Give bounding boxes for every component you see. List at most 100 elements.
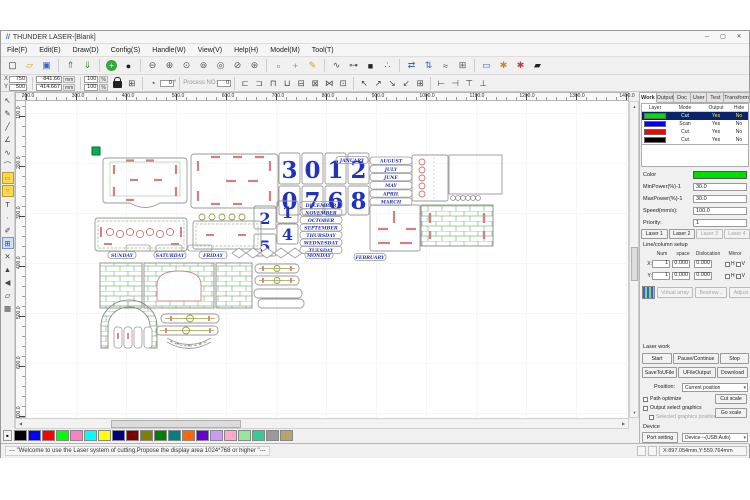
new-file-icon[interactable]: ▢ (5, 58, 21, 73)
distribute-left-icon[interactable]: ⊢ (434, 76, 448, 90)
output-select-checkbox[interactable] (643, 406, 648, 411)
arc-tool-icon[interactable]: ⌒ (2, 159, 14, 171)
rectangle-tool-icon[interactable]: ▭ (2, 172, 14, 184)
zoom-all-icon[interactable]: ⊚ (196, 58, 212, 73)
scroll-right-icon[interactable]: ▶ (619, 419, 628, 429)
tab-user[interactable]: User (691, 92, 708, 103)
port-setting-button[interactable]: Port setting (642, 432, 678, 443)
layer-row-red[interactable]: Cut Yes No (642, 128, 748, 136)
back-icon[interactable]: ◀ (2, 276, 14, 288)
palette-swatch[interactable] (266, 430, 279, 441)
open-file-icon[interactable]: ▱ (22, 58, 38, 73)
layer-row-black[interactable]: Cut Yes No (642, 136, 748, 144)
save-ufile-button[interactable]: SaveToUFile (642, 367, 677, 378)
laser-simulate-icon[interactable]: ✱ (513, 58, 529, 73)
scale-y-field[interactable]: 100 (84, 84, 98, 91)
priority-field[interactable]: 1 (693, 219, 747, 227)
mirror-vertical-icon[interactable]: ⇅ (421, 58, 437, 73)
menu-edit[interactable]: Edit(E) (33, 44, 66, 56)
zoom-in-icon[interactable]: ⊕ (162, 58, 178, 73)
scroll-up-icon[interactable]: ▲ (630, 102, 639, 111)
record-circle-icon[interactable]: ● (121, 58, 137, 73)
palette-swatch[interactable] (154, 430, 167, 441)
vertical-scroll-thumb[interactable] (631, 247, 638, 281)
pick-box-icon[interactable]: ▫ (271, 58, 287, 73)
horizontal-scrollbar[interactable]: ◀ ▶ (15, 418, 629, 429)
menu-file[interactable]: File(F) (1, 44, 33, 56)
align-top-icon[interactable]: ⊓ (266, 76, 280, 90)
distribute-right-icon[interactable]: ⊣ (448, 76, 462, 90)
go-scale-button[interactable]: Go scale (715, 408, 747, 418)
x-mirror-v-checkbox[interactable] (736, 262, 741, 267)
node-edit-icon[interactable]: ✎ (2, 107, 14, 119)
zoom-prev-icon[interactable]: ⊘ (230, 58, 246, 73)
y-position-field[interactable]: 500 (9, 84, 27, 91)
palette-swatch[interactable] (182, 430, 195, 441)
laser2-button[interactable]: Laser 2 (669, 229, 696, 239)
minimize-button[interactable]: ─ (699, 31, 715, 43)
zoom-out-icon[interactable]: ⊖ (145, 58, 161, 73)
to-top-right-icon[interactable]: ↗ (371, 76, 385, 90)
delete-icon[interactable]: ✕ (2, 250, 14, 262)
export-icon[interactable]: ⇓ (80, 58, 96, 73)
menu-config[interactable]: Config(S) (105, 44, 147, 56)
vertical-scrollbar[interactable]: ▲ ▼ (629, 101, 639, 418)
to-bottom-right-icon[interactable]: ↘ (385, 76, 399, 90)
cut-scale-button[interactable]: Cut scale (715, 394, 747, 404)
array-grid-icon[interactable] (642, 286, 655, 299)
design-canvas[interactable]: 3 0 1 2 0 7 6 8 2 1 4 5 (26, 101, 629, 418)
lock-ratio-icon[interactable] (113, 81, 122, 88)
palette-swatch[interactable] (112, 430, 125, 441)
x-space-field[interactable]: 0.000 (672, 260, 690, 268)
pen-edit-icon[interactable]: ✎ (305, 58, 321, 73)
align-right-icon[interactable]: ⊐ (252, 76, 266, 90)
x-mirror-h-checkbox[interactable] (725, 262, 730, 267)
select-icon[interactable]: ↖ (2, 94, 14, 106)
to-bottom-left-icon[interactable]: ↙ (399, 76, 413, 90)
process-no-field[interactable]: 0 (217, 80, 231, 87)
tab-doc[interactable]: Doc (674, 92, 691, 103)
palette-swatch[interactable] (70, 430, 83, 441)
palette-swatch[interactable] (14, 430, 27, 441)
node-tree-icon[interactable]: ∴ (380, 58, 396, 73)
frame-icon[interactable]: ⊞ (455, 58, 471, 73)
polyline-tool-icon[interactable]: ∠ (2, 133, 14, 145)
y-mirror-h-checkbox[interactable] (725, 274, 730, 279)
bitmap-icon[interactable]: ▦ (2, 302, 14, 314)
palette-swatch[interactable] (42, 430, 55, 441)
min-power-field[interactable]: 30.0 (693, 183, 747, 191)
palette-swatch[interactable] (252, 430, 265, 441)
line-tool-icon[interactable]: ╱ (2, 120, 14, 132)
palette-swatch[interactable] (56, 430, 69, 441)
array-copy-icon[interactable]: ⊞ (2, 237, 14, 249)
camera-icon[interactable]: ▰ (530, 58, 546, 73)
speed-field[interactable]: 100.0 (693, 207, 747, 215)
align-left-icon[interactable]: ⊏ (238, 76, 252, 90)
path-optimize-checkbox[interactable] (643, 397, 648, 402)
same-size-icon[interactable]: ⊠ (308, 76, 322, 90)
zoom-next-icon[interactable]: ⊛ (247, 58, 263, 73)
y-space-field[interactable]: 0.000 (672, 272, 690, 280)
stop-button[interactable]: Stop (720, 353, 749, 364)
close-button[interactable]: ✕ (731, 31, 747, 43)
device-select[interactable]: Device---(USB:Auto) (682, 433, 748, 442)
add-circle-icon[interactable]: + (106, 60, 117, 71)
palette-swatch[interactable] (126, 430, 139, 441)
menu-help[interactable]: Help(H) (228, 44, 264, 56)
laser1-button[interactable]: Laser 1 (641, 229, 668, 239)
distribute-top-icon[interactable]: ⊤ (462, 76, 476, 90)
palette-default-button[interactable]: ■ (3, 430, 12, 441)
x-position-field[interactable]: 750 (9, 76, 27, 83)
palette-swatch[interactable] (28, 430, 41, 441)
palette-swatch[interactable] (84, 430, 97, 441)
offset-icon[interactable]: ▱ (2, 289, 14, 301)
tab-output[interactable]: Output (657, 92, 675, 103)
maximize-button[interactable]: ▢ (715, 31, 731, 43)
center-rect-icon[interactable]: ⊡ (336, 76, 350, 90)
import-icon[interactable]: ⇑ (63, 58, 79, 73)
position-select[interactable]: Current position (682, 383, 748, 392)
palette-swatch[interactable] (140, 430, 153, 441)
to-center-icon[interactable]: ⊞ (413, 76, 427, 90)
tab-transform[interactable]: Transform (724, 92, 750, 103)
menu-draw[interactable]: Draw(D) (67, 44, 105, 56)
